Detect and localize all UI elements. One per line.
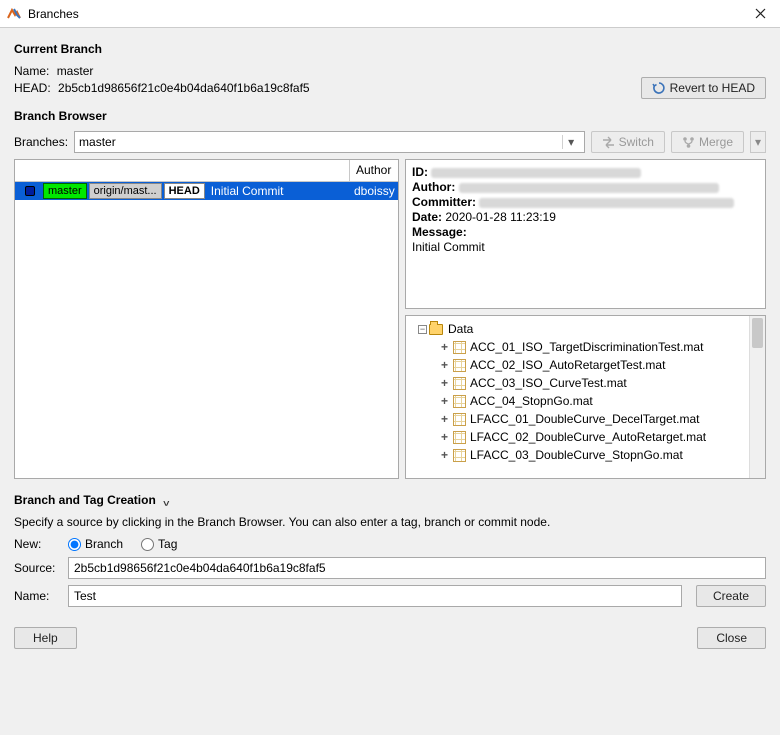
revert-icon — [652, 81, 666, 95]
author-header: Author — [350, 160, 398, 181]
new-label: New: — [14, 537, 60, 551]
branch-pill-origin: origin/mast... — [89, 183, 162, 199]
create-desc: Specify a source by clicking in the Bran… — [14, 515, 766, 529]
detail-author-label: Author: — [412, 180, 455, 194]
revert-to-head-button[interactable]: Revert to HEAD — [641, 77, 766, 99]
window-close-button[interactable] — [740, 0, 780, 28]
switch-icon — [602, 136, 615, 149]
tree-file-label: ACC_04_StopnGo.mat — [470, 394, 593, 408]
branch-tag-header[interactable]: Branch and Tag Creation ^ — [14, 493, 766, 507]
create-button[interactable]: Create — [696, 585, 766, 607]
commit-message: Initial Commit — [211, 184, 284, 198]
head-value: 2b5cb1d98656f21c0e4b04da640f1b6a19c8faf5 — [58, 81, 310, 95]
detail-date-label: Date: — [412, 210, 442, 224]
file-tree[interactable]: − Data + ACC_01_ISO_TargetDiscriminationT… — [406, 316, 749, 478]
help-button[interactable]: Help — [14, 627, 77, 649]
branches-label: Branches: — [14, 135, 68, 149]
switch-button[interactable]: Switch — [591, 131, 665, 153]
branch-pill-head: HEAD — [164, 183, 205, 199]
tree-file-label: ACC_01_ISO_TargetDiscriminationTest.mat — [470, 340, 703, 354]
branches-combo[interactable]: master ▾ — [74, 131, 585, 153]
tree-expand-icon[interactable]: + — [440, 394, 449, 408]
tree-file-label: LFACC_03_DoubleCurve_StopnGo.mat — [470, 448, 683, 462]
merge-button[interactable]: Merge — [671, 131, 744, 153]
merge-dropdown-button[interactable]: ▾ — [750, 131, 766, 153]
current-branch-header: Current Branch — [14, 42, 766, 56]
tree-file-label: ACC_02_ISO_AutoRetargetTest.mat — [470, 358, 665, 372]
radio-branch[interactable]: Branch — [68, 537, 123, 551]
tree-expand-icon[interactable]: + — [440, 430, 449, 444]
detail-message-value: Initial Commit — [412, 240, 759, 254]
tree-file-item[interactable]: + ACC_04_StopnGo.mat — [440, 392, 747, 410]
close-button[interactable]: Close — [697, 627, 766, 649]
commit-author: dboissy ... — [352, 184, 398, 198]
tree-root-label: Data — [448, 322, 473, 336]
detail-date-value: 2020-01-28 11:23:19 — [445, 210, 556, 224]
tree-file-label: ACC_03_ISO_CurveTest.mat — [470, 376, 627, 390]
branch-pill-master: master — [43, 183, 87, 199]
tree-expand-icon[interactable]: + — [440, 412, 449, 426]
tree-file-item[interactable]: + ACC_02_ISO_AutoRetargetTest.mat — [440, 356, 747, 374]
name-field-label: Name: — [14, 589, 60, 603]
folder-open-icon — [429, 324, 443, 335]
source-input[interactable] — [68, 557, 766, 579]
head-label: HEAD: — [14, 81, 51, 95]
chevron-down-icon: ▾ — [562, 135, 580, 149]
mat-file-icon — [453, 341, 466, 354]
tree-expand-icon[interactable]: + — [440, 376, 449, 390]
window-title: Branches — [28, 7, 740, 21]
mat-file-icon — [453, 395, 466, 408]
tree-file-label: LFACC_02_DoubleCurve_AutoRetarget.mat — [470, 430, 706, 444]
tree-file-item[interactable]: + ACC_03_ISO_CurveTest.mat — [440, 374, 747, 392]
chevron-down-icon: ^ — [163, 495, 169, 507]
mat-file-icon — [453, 413, 466, 426]
commit-list[interactable]: Author master origin/mast... HEAD Initia… — [14, 159, 399, 479]
file-tree-scrollbar[interactable] — [749, 316, 765, 478]
tree-file-item[interactable]: + LFACC_02_DoubleCurve_AutoRetarget.mat — [440, 428, 747, 446]
radio-tag[interactable]: Tag — [141, 537, 177, 551]
commit-details-pane: ID: Author: Committer: Date: 2020-01-28 … — [405, 159, 766, 309]
detail-message-label: Message: — [412, 225, 467, 239]
tree-expand-icon[interactable]: + — [440, 448, 449, 462]
tree-file-item[interactable]: + LFACC_01_DoubleCurve_DecelTarget.mat — [440, 410, 747, 428]
app-icon — [6, 6, 22, 22]
branches-combo-value: master — [79, 135, 562, 149]
tree-file-item[interactable]: + LFACC_03_DoubleCurve_StopnGo.mat — [440, 446, 747, 464]
name-label: Name: — [14, 64, 49, 78]
name-input[interactable] — [68, 585, 682, 607]
branch-browser-header: Branch Browser — [14, 109, 766, 123]
tree-file-label: LFACC_01_DoubleCurve_DecelTarget.mat — [470, 412, 699, 426]
commit-row[interactable]: master origin/mast... HEAD Initial Commi… — [15, 182, 398, 200]
source-label: Source: — [14, 561, 60, 575]
tree-expand-icon[interactable]: + — [440, 340, 449, 354]
detail-committer-label: Committer: — [412, 195, 476, 209]
name-value: master — [57, 64, 94, 78]
commit-dot-icon — [25, 186, 35, 196]
tree-collapse-icon[interactable]: − — [418, 325, 427, 334]
mat-file-icon — [453, 359, 466, 372]
mat-file-icon — [453, 377, 466, 390]
tree-expand-icon[interactable]: + — [440, 358, 449, 372]
mat-file-icon — [453, 431, 466, 444]
detail-id-label: ID: — [412, 165, 428, 179]
tree-file-item[interactable]: + ACC_01_ISO_TargetDiscriminationTest.mat — [440, 338, 747, 356]
mat-file-icon — [453, 449, 466, 462]
merge-icon — [682, 136, 695, 149]
